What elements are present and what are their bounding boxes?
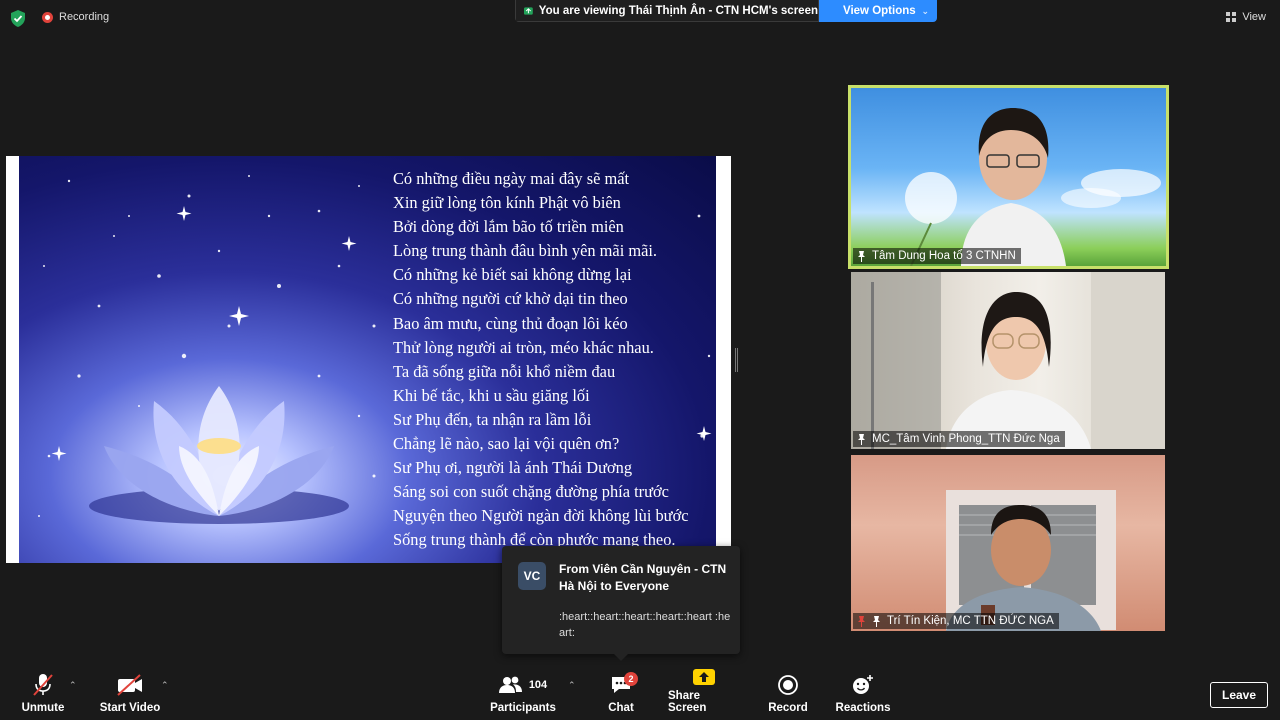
chat-notification-popup[interactable]: VC From Viên Cần Nguyên - CTN Hà Nội to … (502, 546, 740, 661)
video-options-caret[interactable]: ⌃ (161, 680, 169, 691)
chat-sender: From Viên Cần Nguyên - CTN Hà Nội to Eve… (559, 562, 727, 593)
participant-name-tag: MC_Tâm Vinh Phong_TTN Đức Nga (853, 431, 1065, 447)
recording-dot-icon (42, 11, 53, 23)
participant-name: MC_Tâm Vinh Phong_TTN Đức Nga (872, 433, 1060, 445)
participant-video-image (946, 490, 1116, 631)
avatar: VC (518, 562, 546, 590)
record-button[interactable]: Record (766, 670, 810, 720)
smiley-reaction-icon (853, 675, 873, 694)
participant-video-image (905, 108, 1161, 266)
participants-button[interactable]: 104 Participants (490, 670, 556, 720)
video-camera-off-icon (117, 674, 142, 696)
participants-count: 104 (528, 679, 548, 691)
poem-text: Có những điều ngày mai đây sẽ mất Xin giữ… (393, 167, 689, 553)
share-screen-button[interactable]: Share Screen (668, 669, 740, 720)
viewing-text: You are viewing Thái Thịnh Ân - CTN HCM'… (538, 4, 818, 17)
poem-slide: Có những điều ngày mai đây sẽ mất Xin giữ… (19, 156, 716, 563)
viewing-banner: You are viewing Thái Thịnh Ân - CTN HCM'… (515, 0, 937, 22)
view-label: View (1242, 11, 1266, 23)
share-screen-label: Share Screen (668, 690, 707, 714)
participant-name-tag: Trí Tín Kiện, MC TTN ĐỨC NGA (853, 613, 1059, 629)
poem-line: Chẳng lẽ nào, sao lại vội quên ơn? (393, 434, 620, 454)
poem-line: Có những kẻ biết sai không dừng lại (393, 265, 632, 285)
view-options-button[interactable]: View Options ⌄ (819, 0, 937, 22)
viewing-message: You are viewing Thái Thịnh Ân - CTN HCM'… (515, 0, 819, 22)
microphone-muted-icon (33, 674, 53, 696)
share-screen-icon (693, 669, 715, 685)
view-options-label: View Options (843, 5, 916, 17)
audio-options-caret[interactable]: ⌃ (69, 680, 77, 691)
video-tile[interactable]: Trí Tín Kiện, MC TTN ĐỨC NGA (851, 455, 1165, 631)
chat-unread-badge: 2 (624, 672, 638, 686)
meeting-toolbar: Unmute ⌃ Start Video ⌃ 104 Participants … (0, 669, 1280, 720)
chat-message: :heart::heart::heart::heart::heart :hear… (559, 611, 731, 639)
poem-line: Ta đã sống giữa nỗi khổ niềm đau (393, 361, 616, 381)
shared-screen[interactable]: Có những điều ngày mai đây sẽ mất Xin giữ… (6, 156, 731, 563)
pin-icon (858, 250, 865, 262)
recording-indicator[interactable]: Recording (42, 11, 109, 23)
record-label: Record (768, 702, 808, 714)
participants-label: Participants (490, 702, 556, 714)
participant-video-image (851, 272, 1165, 449)
screen-share-icon (524, 6, 533, 15)
video-tile-active-speaker[interactable]: Tâm Dung Hoa tổ 3 CTNHN (848, 85, 1169, 269)
poem-line: Khi bế tắc, khi u sầu giăng lối (393, 385, 590, 405)
poem-line: Thử lòng người ai tròn, méo khác nhau. (393, 337, 654, 357)
poem-line: Xin giữ lòng tôn kính Phật vô biên (393, 193, 621, 213)
muted-mic-icon (858, 615, 865, 627)
poem-line: Bao âm mưu, cùng thủ đoạn lôi kéo (393, 313, 628, 333)
participant-name: Trí Tín Kiện, MC TTN ĐỨC NGA (887, 615, 1054, 627)
poem-line: Lòng trung thành đâu bình yên mãi mãi. (393, 241, 658, 261)
poem-line: Có những người cứ khờ dại tin theo (393, 289, 628, 309)
poem-line: Nguyện theo Người ngàn đời không lùi bướ… (393, 506, 689, 526)
start-video-label: Start Video (99, 702, 161, 714)
chat-label: Chat (608, 702, 634, 714)
poem-line: Sáng soi con suốt chặng đường phía trước (393, 482, 669, 502)
security-shield-icon[interactable] (10, 10, 26, 27)
top-bar: Recording You are viewing Thái Thịnh Ân … (0, 0, 1280, 38)
splitter-handle[interactable] (735, 348, 738, 372)
reactions-label: Reactions (835, 702, 891, 714)
poem-line: Bởi dòng đời lắm bão tố triền miên (393, 217, 624, 237)
participants-icon (498, 676, 522, 693)
pin-icon (873, 615, 880, 627)
leave-button[interactable]: Leave (1210, 682, 1268, 708)
poem-line: Có những điều ngày mai đây sẽ mất (393, 169, 630, 188)
grid-view-icon (1226, 12, 1237, 22)
poem-line: Sư Phụ ơi, người là ánh Thái Dương (393, 458, 633, 478)
start-video-button[interactable]: Start Video (98, 670, 162, 720)
participant-name-tag: Tâm Dung Hoa tổ 3 CTNHN (853, 248, 1021, 264)
poem-line: Sư Phụ đến, ta nhận ra lầm lỗi (393, 409, 592, 429)
unmute-label: Unmute (21, 702, 65, 714)
participant-name: Tâm Dung Hoa tổ 3 CTNHN (872, 250, 1016, 262)
video-tile[interactable]: MC_Tâm Vinh Phong_TTN Đức Nga (851, 272, 1165, 449)
chevron-down-icon: ⌄ (921, 5, 929, 16)
lotus-flower (89, 386, 349, 524)
pin-icon (858, 433, 865, 445)
participants-options-caret[interactable]: ⌃ (568, 680, 576, 691)
unmute-button[interactable]: Unmute (14, 670, 72, 720)
view-button[interactable]: View (1226, 11, 1266, 23)
record-icon (778, 675, 798, 695)
reactions-button[interactable]: Reactions (834, 670, 892, 720)
recording-label: Recording (59, 11, 110, 23)
